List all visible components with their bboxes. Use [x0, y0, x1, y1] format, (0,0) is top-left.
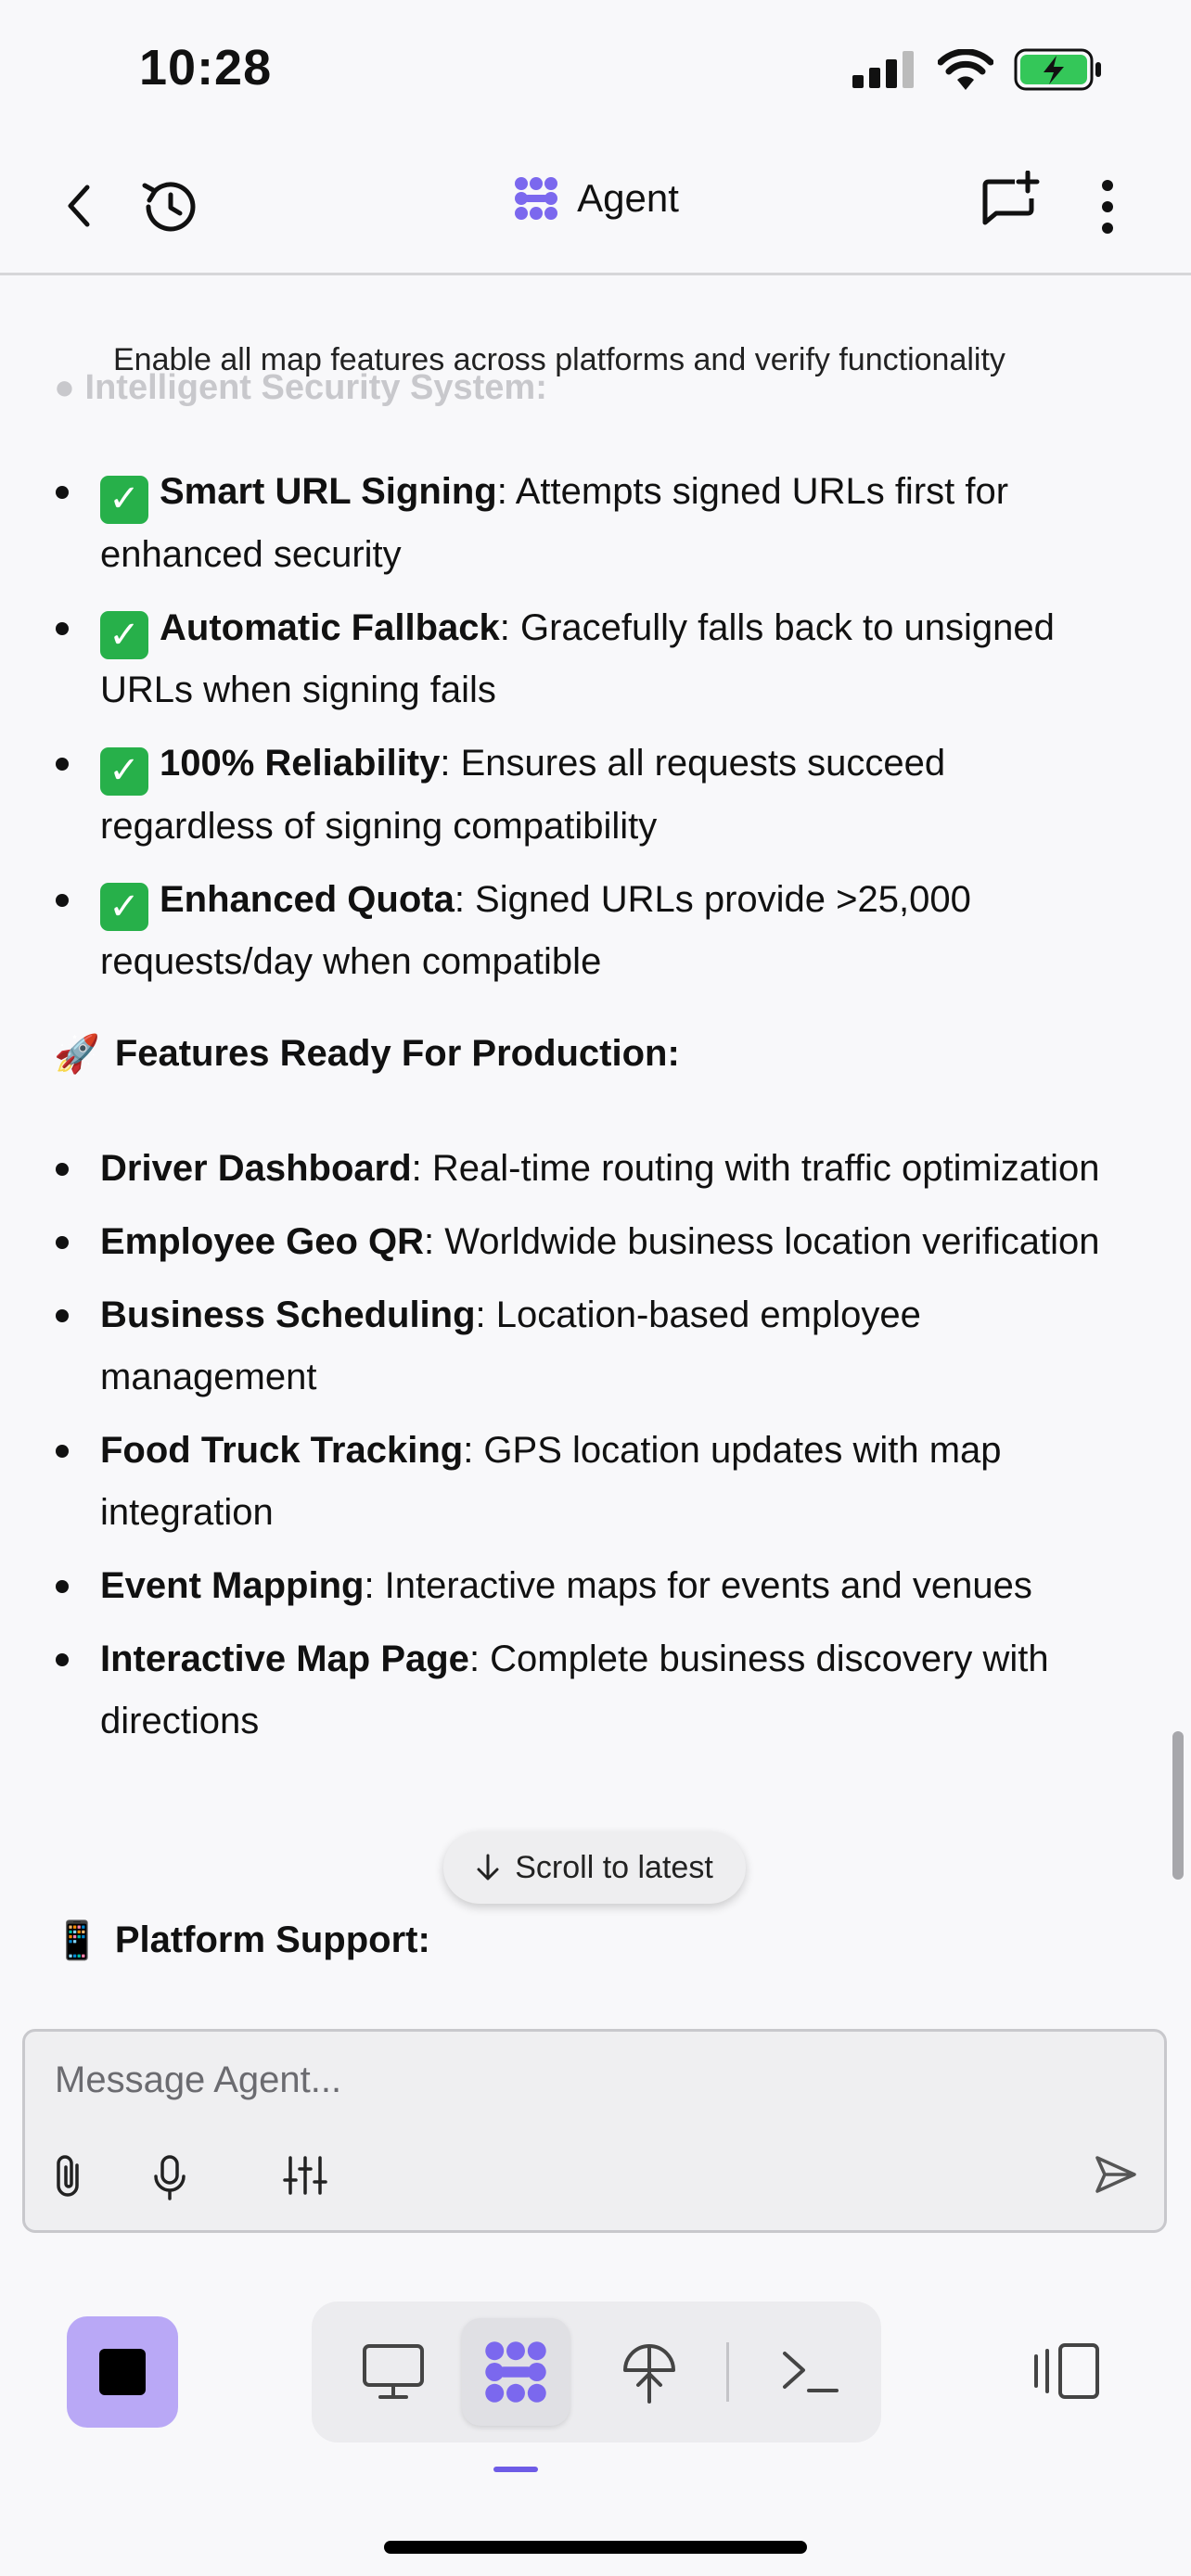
- more-button[interactable]: [1091, 174, 1124, 239]
- scroll-to-latest-button[interactable]: Scroll to latest: [443, 1831, 746, 1904]
- list-item: Event Mapping: Interactive maps for even…: [54, 1555, 1111, 1617]
- battery-icon: [1014, 48, 1101, 91]
- monitor-icon: [363, 2344, 424, 2399]
- wifi-icon: [938, 49, 993, 90]
- list-item: Business Scheduling: Location-based empl…: [54, 1284, 1111, 1409]
- message-input[interactable]: Message Agent...: [55, 2060, 341, 2101]
- stop-icon: [99, 2349, 146, 2395]
- settings-button[interactable]: [283, 2154, 327, 2197]
- item-title: Enhanced Quota: [160, 878, 455, 920]
- item-title: Business Scheduling: [100, 1294, 476, 1335]
- nav-title-text: Agent: [577, 176, 679, 220]
- features-heading: 🚀 Features Ready For Production:: [54, 1032, 680, 1076]
- nav-bar: Agent: [0, 139, 1191, 275]
- list-item: Food Truck Tracking: GPS location update…: [54, 1420, 1111, 1544]
- deploy-tab[interactable]: [596, 2318, 703, 2426]
- list-item: Interactive Map Page: Complete business …: [54, 1628, 1111, 1753]
- more-vertical-icon: [1102, 180, 1113, 234]
- item-title: Event Mapping: [100, 1565, 365, 1606]
- arrow-down-icon: [477, 1854, 499, 1881]
- deploy-icon: [623, 2344, 675, 2404]
- new-chat-icon: [982, 171, 1040, 225]
- desktop-tab[interactable]: [339, 2318, 447, 2426]
- new-chat-button[interactable]: [976, 169, 1044, 237]
- active-tab-indicator: [493, 2467, 538, 2472]
- status-icons: [852, 48, 1103, 91]
- list-item: ✓ Smart URL Signing: Attempts signed URLs…: [54, 461, 1111, 586]
- agent-logo-icon: [515, 177, 558, 220]
- scrollbar[interactable]: [1172, 1731, 1184, 1880]
- platform-heading-text: Platform Support:: [114, 1919, 430, 1960]
- list-item: Employee Geo QR: Worldwide business loca…: [54, 1211, 1111, 1273]
- agent-icon: [485, 2341, 546, 2403]
- list-item: ✓ 100% Reliability: Ensures all requests …: [54, 733, 1111, 858]
- send-button[interactable]: [1094, 2154, 1138, 2195]
- home-indicator: [384, 2541, 807, 2554]
- item-title: Employee Geo QR: [100, 1221, 424, 1262]
- dock-divider: [726, 2342, 729, 2402]
- paperclip-icon: [57, 2155, 79, 2197]
- features-heading-text: Features Ready For Production:: [114, 1033, 680, 1074]
- message-composer[interactable]: Message Agent...: [22, 2029, 1167, 2233]
- layout-toggle-icon: [1034, 2343, 1099, 2399]
- list-item: ✓ Enhanced Quota: Signed URLs provide >25…: [54, 869, 1111, 994]
- terminal-tab[interactable]: [757, 2318, 864, 2426]
- item-text: : Interactive maps for events and venues: [364, 1565, 1032, 1606]
- microphone-icon: [154, 2155, 186, 2200]
- check-icon: ✓: [100, 475, 148, 524]
- agent-tab[interactable]: [462, 2318, 570, 2426]
- platform-heading: 📱 Platform Support:: [54, 1919, 430, 1962]
- check-icon: ✓: [100, 883, 148, 931]
- status-bar: 10:28: [0, 0, 1191, 139]
- item-title: Driver Dashboard: [100, 1148, 412, 1189]
- item-title: Automatic Fallback: [160, 606, 500, 648]
- terminal-icon: [783, 2352, 839, 2392]
- security-list: ✓ Smart URL Signing: Attempts signed URLs…: [54, 461, 1111, 1004]
- signal-icon: [852, 51, 914, 88]
- task-banner: Enable all map features across platforms…: [113, 342, 1005, 377]
- check-icon: ✓: [100, 746, 148, 796]
- send-icon: [1095, 2156, 1136, 2193]
- item-title: Food Truck Tracking: [100, 1430, 464, 1471]
- rocket-icon: 🚀: [54, 1034, 100, 1075]
- list-item: ✓ Automatic Fallback: Gracefully falls ba…: [54, 597, 1111, 722]
- tool-dock: [312, 2302, 881, 2442]
- item-text: : Real-time routing with traffic optimiz…: [411, 1148, 1100, 1189]
- item-title: Interactive Map Page: [100, 1639, 469, 1679]
- status-time: 10:28: [139, 40, 273, 96]
- sliders-icon: [283, 2156, 327, 2195]
- microphone-button[interactable]: [151, 2154, 188, 2200]
- check-icon: ✓: [100, 611, 148, 659]
- features-list: Driver Dashboard: Real-time routing with…: [54, 1138, 1111, 1764]
- phone-icon: 📱: [54, 1920, 100, 1961]
- chat-content: ● Intelligent Security System: Enable al…: [0, 275, 1191, 2026]
- item-text: : Worldwide business location verificati…: [423, 1221, 1100, 1262]
- item-title: 100% Reliability: [160, 743, 441, 784]
- attach-button[interactable]: [51, 2154, 88, 2199]
- layout-toggle-button[interactable]: [1030, 2339, 1104, 2404]
- list-item: Driver Dashboard: Real-time routing with…: [54, 1138, 1111, 1200]
- item-title: Smart URL Signing: [160, 471, 497, 512]
- stop-button[interactable]: [67, 2316, 178, 2428]
- scroll-to-latest-label: Scroll to latest: [515, 1849, 713, 1885]
